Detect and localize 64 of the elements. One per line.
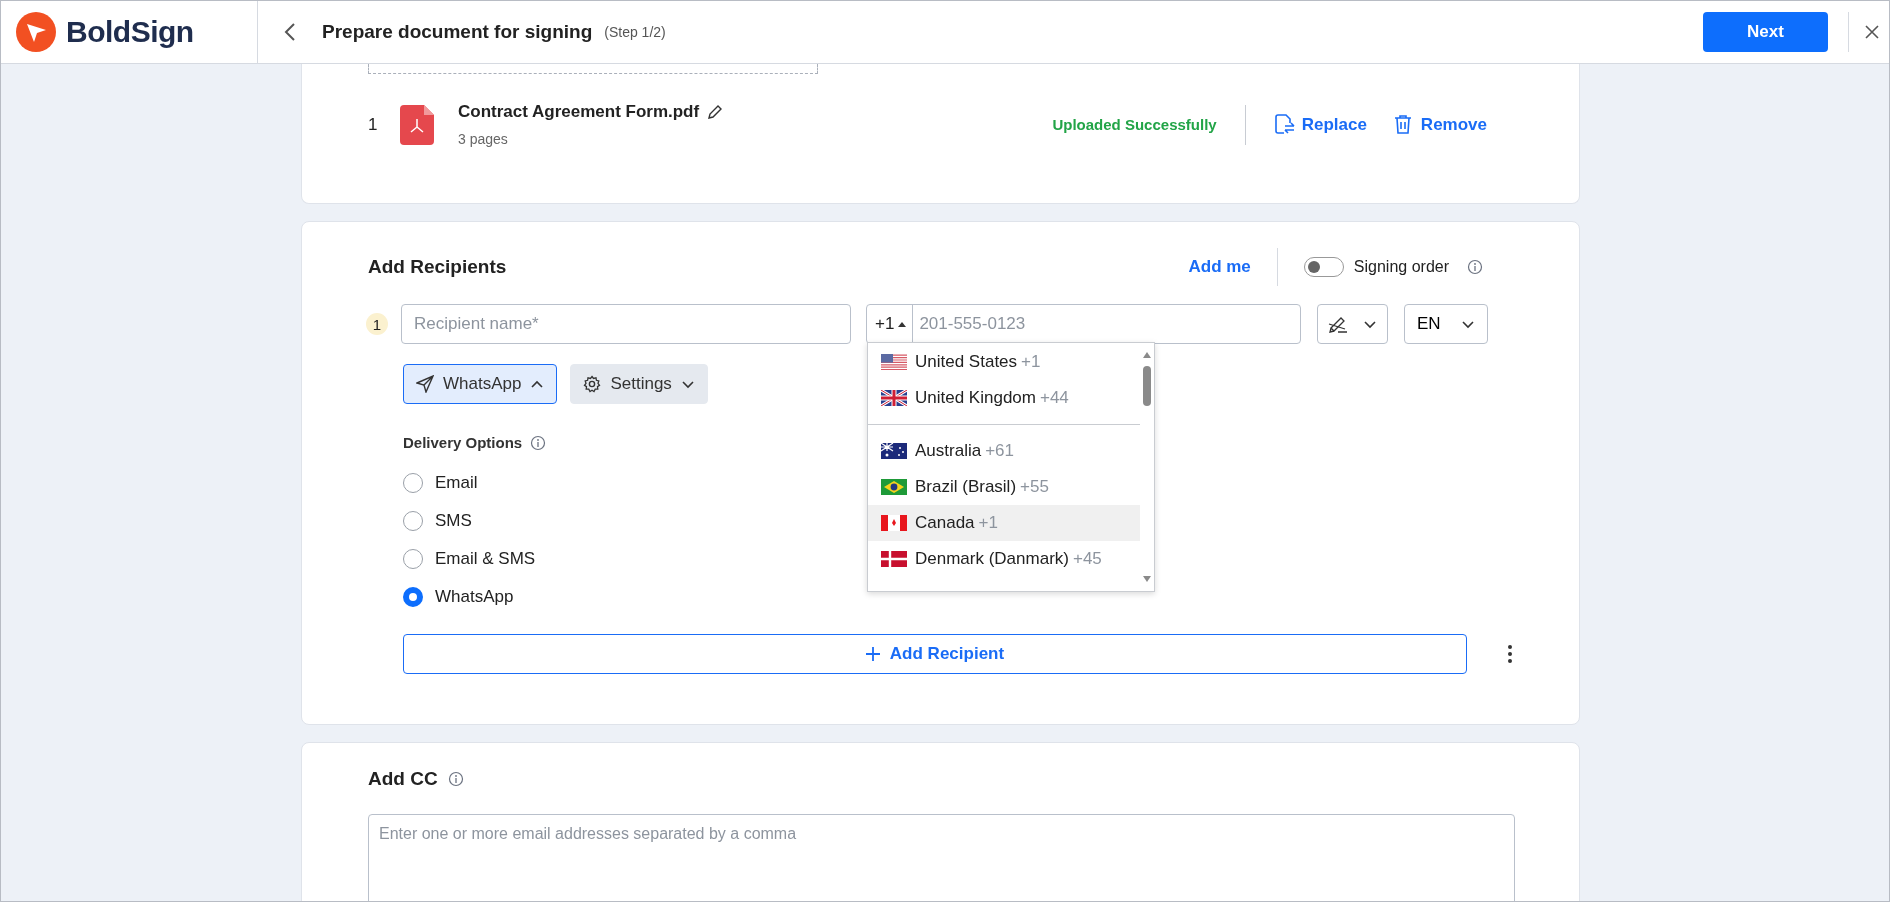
language-dropdown[interactable]: EN	[1404, 304, 1488, 344]
back-icon	[284, 22, 296, 42]
file-name: Contract Agreement Form.pdf	[458, 102, 700, 122]
replace-file-icon	[1273, 114, 1295, 135]
flag-icon	[881, 479, 907, 495]
country-option[interactable]: Brazil (Brasil) +55	[868, 469, 1140, 505]
chevron-up-icon	[530, 378, 545, 390]
country-option[interactable]: Canada +1	[868, 505, 1140, 541]
caret-up-icon	[898, 321, 907, 327]
flag-icon	[881, 443, 907, 459]
chevron-down-icon	[1363, 318, 1377, 330]
section-title: Add Recipients	[368, 256, 507, 278]
upload-status: Uploaded Successfully	[1052, 116, 1217, 133]
trash-icon	[1392, 114, 1414, 135]
remove-link[interactable]: Remove	[1392, 114, 1487, 135]
flag-icon	[881, 390, 907, 406]
send-icon	[416, 375, 434, 393]
replace-link[interactable]: Replace	[1273, 114, 1367, 135]
radio-label: SMS	[435, 511, 472, 531]
radio-button[interactable]	[403, 511, 423, 531]
close-icon	[1865, 25, 1879, 39]
radio-label: Email	[435, 473, 478, 493]
add-recipient-button[interactable]: Add Recipient	[403, 634, 1467, 674]
info-icon	[447, 771, 464, 787]
chevron-down-icon	[1461, 318, 1475, 330]
cc-email-field[interactable]: Enter one or more email addresses separated by a comma	[368, 814, 1515, 901]
radio-button[interactable]	[403, 473, 423, 493]
settings-icon	[583, 375, 602, 393]
recipient-name-field[interactable]: Recipient name*	[401, 304, 851, 344]
pdf-file-icon	[400, 104, 434, 145]
signing-order-label: Signing order	[1353, 258, 1449, 276]
pencil-icon[interactable]	[707, 104, 724, 120]
logo-icon	[16, 12, 56, 52]
signing-order-toggle[interactable]	[1303, 257, 1344, 277]
plus-icon	[865, 647, 880, 661]
country-option[interactable]: Denmark (Danmark) +45	[868, 541, 1140, 577]
delivery-method-button[interactable]: WhatsApp	[403, 364, 558, 404]
radio-label: Email & SMS	[435, 549, 536, 569]
more-options-icon[interactable]	[1507, 645, 1513, 663]
section-title: Add CC	[368, 768, 438, 790]
flag-icon	[881, 551, 907, 567]
signature-type-dropdown[interactable]	[1317, 304, 1388, 344]
pen-icon	[1328, 315, 1348, 333]
country-option[interactable]: United States +1	[868, 344, 1140, 380]
page-count: 3 pages	[458, 131, 509, 147]
flag-icon	[881, 515, 907, 531]
delivery-options-label: Delivery Options	[403, 434, 523, 451]
add-me-link[interactable]: Add me	[1188, 257, 1251, 277]
settings-button[interactable]: Settings	[570, 364, 708, 404]
step-label: (Step 1/2)	[604, 24, 666, 40]
next-button[interactable]: Next	[1703, 12, 1828, 52]
row-number: 1	[368, 114, 379, 135]
info-icon	[530, 434, 547, 451]
radio-button[interactable]	[403, 549, 423, 569]
info-icon	[1467, 259, 1483, 275]
country-option[interactable]: United Kingdom +44	[868, 380, 1140, 416]
page-title: Prepare document for signing	[322, 21, 593, 43]
flag-icon	[881, 354, 907, 370]
radio-label: WhatsApp	[435, 587, 514, 607]
radio-button[interactable]	[403, 587, 423, 607]
chevron-down-icon	[680, 378, 695, 390]
country-option[interactable]: Australia +61	[868, 433, 1140, 469]
brand-name: BoldSign	[66, 15, 194, 49]
recipient-number: 1	[366, 313, 388, 335]
